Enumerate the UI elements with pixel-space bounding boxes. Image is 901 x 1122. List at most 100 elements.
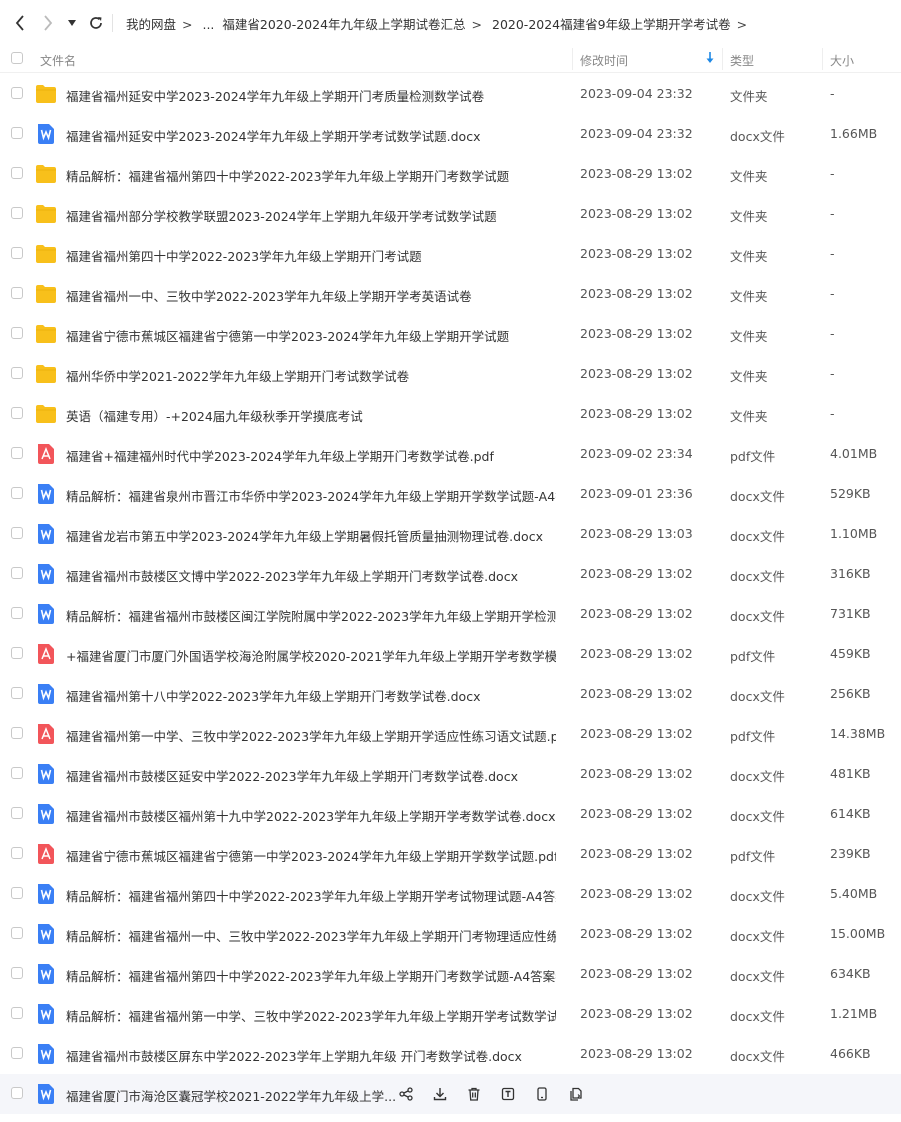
file-name[interactable]: 福建省福州部分学校教学联盟2023-2024学年上学期九年级开学考试数学试题 [66,206,497,225]
file-row[interactable]: 福州华侨中学2021-2022学年九年级上学期开门考试数学试卷 2023-08-… [0,354,901,394]
row-checkbox[interactable] [11,447,23,459]
file-name[interactable]: 精品解析：福建省福州一中、三牧中学2022-2023学年九年级上学期开门考物理适… [66,926,556,945]
row-checkbox[interactable] [11,127,23,139]
file-name[interactable]: 福州华侨中学2021-2022学年九年级上学期开门考试数学试卷 [66,366,409,385]
back-arrow-icon[interactable] [8,10,32,36]
file-name[interactable]: 福建省福州市鼓楼区福州第十九中学2022-2023学年九年级上学期开学考数学试卷… [66,806,555,825]
row-checkbox[interactable] [11,767,23,779]
file-row[interactable]: 福建省福州市鼓楼区福州第十九中学2022-2023学年九年级上学期开学考数学试卷… [0,794,901,834]
breadcrumb-item[interactable]: ... [202,17,214,32]
delete-icon[interactable] [464,1085,484,1103]
row-checkbox[interactable] [11,1007,23,1019]
row-checkbox[interactable] [11,327,23,339]
file-name[interactable]: 福建省福州第十八中学2022-2023学年九年级上学期开门考数学试卷.docx [66,686,480,705]
file-name[interactable]: 福建省福州市鼓楼区文博中学2022-2023学年九年级上学期开门考数学试卷.do… [66,566,518,585]
file-name[interactable]: 精品解析：福建省福州第四十中学2022-2023学年九年级上学期开学考试物理试题… [66,886,556,905]
row-checkbox[interactable] [11,967,23,979]
download-icon[interactable] [430,1085,450,1103]
file-name[interactable]: 福建省福州延安中学2023-2024学年九年级上学期开学考试数学试题.docx [66,126,480,145]
file-name[interactable]: 精品解析：福建省福州第四十中学2022-2023学年九年级上学期开门考数学试题 [66,166,509,185]
file-name[interactable]: 福建省福州延安中学2023-2024学年九年级上学期开门考质量检测数学试卷 [66,86,484,105]
file-name[interactable]: 精品解析：福建省福州第一中学、三牧中学2022-2023学年九年级上学期开学考试… [66,1006,556,1025]
breadcrumb-item[interactable]: 福建省2020-2024年九年级上学期试卷汇总 [222,17,465,32]
refresh-icon[interactable] [84,10,108,36]
row-checkbox[interactable] [11,1047,23,1059]
row-checkbox[interactable] [11,607,23,619]
row-checkbox[interactable] [11,687,23,699]
file-row[interactable]: 福建省龙岩市第五中学2023-2024学年九年级上学期暑假托管质量抽测物理试卷.… [0,514,901,554]
file-name[interactable]: 精品解析：福建省福州市鼓楼区闽江学院附属中学2022-2023学年九年级上学期开… [66,606,556,625]
file-row[interactable]: 福建省宁德市蕉城区福建省宁德第一中学2023-2024学年九年级上学期开学数学试… [0,834,901,874]
sort-desc-icon[interactable] [706,52,714,67]
file-row[interactable]: 福建省福州延安中学2023-2024学年九年级上学期开学考试数学试题.docx … [0,114,901,154]
file-row[interactable]: 精品解析：福建省泉州市晋江市华侨中学2023-2024学年九年级上学期开学数学试… [0,474,901,514]
forward-arrow-icon[interactable] [36,10,60,36]
file-size: - [830,206,835,221]
column-type-header[interactable]: 类型 [730,52,754,69]
file-row[interactable]: 精品解析：福建省福州第四十中学2022-2023学年九年级上学期开学考试物理试题… [0,874,901,914]
file-row[interactable]: 福建省福州市鼓楼区文博中学2022-2023学年九年级上学期开门考数学试卷.do… [0,554,901,594]
file-name[interactable]: 福建省+福建福州时代中学2023-2024学年九年级上学期开门考数学试卷.pdf [66,446,494,465]
file-name[interactable]: 精品解析：福建省福州第四十中学2022-2023学年九年级上学期开门考数学试题-… [66,966,556,985]
file-name[interactable]: 福建省宁德市蕉城区福建省宁德第一中学2023-2024学年九年级上学期开学数学试… [66,846,556,865]
row-checkbox[interactable] [11,1087,23,1099]
row-checkbox[interactable] [11,207,23,219]
rename-icon[interactable] [498,1085,518,1103]
file-row[interactable]: 福建省宁德市蕉城区福建省宁德第一中学2023-2024学年九年级上学期开学试题 … [0,314,901,354]
row-checkbox[interactable] [11,567,23,579]
breadcrumb-item[interactable]: 2020-2024福建省9年级上学期开学考试卷 [492,17,731,32]
file-row[interactable]: 英语（福建专用）-+2024届九年级秋季开学摸底考试 2023-08-29 13… [0,394,901,434]
file-row[interactable]: 福建省福州第一中学、三牧中学2022-2023学年九年级上学期开学适应性练习语文… [0,714,901,754]
row-checkbox[interactable] [11,367,23,379]
column-modified-header[interactable]: 修改时间 [580,52,628,69]
folder-icon [35,204,57,224]
row-checkbox[interactable] [11,927,23,939]
file-row[interactable]: 精品解析：福建省福州第一中学、三牧中学2022-2023学年九年级上学期开学考试… [0,994,901,1034]
file-row[interactable]: 福建省福州部分学校教学联盟2023-2024学年上学期九年级开学考试数学试题 2… [0,194,901,234]
file-row[interactable]: 精品解析：福建省福州市鼓楼区闽江学院附属中学2022-2023学年九年级上学期开… [0,594,901,634]
select-all-checkbox[interactable] [11,52,23,64]
file-row[interactable]: 福建省福州市鼓楼区延安中学2022-2023学年九年级上学期开门考数学试卷.do… [0,754,901,794]
row-checkbox[interactable] [11,807,23,819]
file-name[interactable]: 福建省宁德市蕉城区福建省宁德第一中学2023-2024学年九年级上学期开学试题 [66,326,509,345]
row-checkbox[interactable] [11,287,23,299]
breadcrumb-item[interactable]: 我的网盘 [126,17,176,32]
row-checkbox[interactable] [11,727,23,739]
copy-icon[interactable] [566,1085,586,1103]
file-row[interactable]: 精品解析：福建省福州第四十中学2022-2023学年九年级上学期开门考数学试题-… [0,954,901,994]
file-name[interactable]: 福建省福州第四十中学2022-2023学年九年级上学期开门考试题 [66,246,422,265]
file-row[interactable]: 福建省福州第十八中学2022-2023学年九年级上学期开门考数学试卷.docx … [0,674,901,714]
file-row[interactable]: 精品解析：福建省福州一中、三牧中学2022-2023学年九年级上学期开门考物理适… [0,914,901,954]
file-row[interactable]: 精品解析：福建省福州第四十中学2022-2023学年九年级上学期开门考数学试题 … [0,154,901,194]
share-icon[interactable] [396,1085,416,1103]
phone-icon[interactable] [532,1085,552,1103]
column-name-header[interactable]: 文件名 [40,52,76,69]
file-name[interactable]: 福建省龙岩市第五中学2023-2024学年九年级上学期暑假托管质量抽测物理试卷.… [66,526,543,545]
file-row[interactable]: +福建省厦门市厦门外国语学校海沧附属学校2020-2021学年九年级上学期开学考… [0,634,901,674]
file-name[interactable]: 福建省福州第一中学、三牧中学2022-2023学年九年级上学期开学适应性练习语文… [66,726,556,745]
file-name[interactable]: +福建省厦门市厦门外国语学校海沧附属学校2020-2021学年九年级上学期开学考… [66,646,556,665]
row-checkbox[interactable] [11,167,23,179]
file-name[interactable]: 福建省福州市鼓楼区屏东中学2022-2023学年上学期九年级 开门考数学试卷.d… [66,1046,522,1065]
file-name[interactable]: 精品解析：福建省泉州市晋江市华侨中学2023-2024学年九年级上学期开学数学试… [66,486,556,505]
row-checkbox[interactable] [11,847,23,859]
row-checkbox[interactable] [11,407,23,419]
file-name[interactable]: 福建省福州一中、三牧中学2022-2023学年九年级上学期开学考英语试卷 [66,286,472,305]
file-row[interactable]: 福建省福州第四十中学2022-2023学年九年级上学期开门考试题 2023-08… [0,234,901,274]
history-dropdown-icon[interactable] [62,10,82,36]
file-row[interactable]: 福建省福州一中、三牧中学2022-2023学年九年级上学期开学考英语试卷 202… [0,274,901,314]
row-checkbox[interactable] [11,487,23,499]
file-row[interactable]: 福建省福州延安中学2023-2024学年九年级上学期开门考质量检测数学试卷 20… [0,74,901,114]
row-checkbox[interactable] [11,887,23,899]
row-checkbox[interactable] [11,87,23,99]
file-row[interactable]: 福建省福州市鼓楼区屏东中学2022-2023学年上学期九年级 开门考数学试卷.d… [0,1034,901,1074]
row-checkbox[interactable] [11,647,23,659]
file-row[interactable]: 福建省+福建福州时代中学2023-2024学年九年级上学期开门考数学试卷.pdf… [0,434,901,474]
row-checkbox[interactable] [11,527,23,539]
column-size-header[interactable]: 大小 [830,52,854,69]
file-row-hovered[interactable]: 福建省厦门市海沧区囊冠学校2021-2022学年九年级上学... [0,1074,901,1114]
file-name[interactable]: 福建省福州市鼓楼区延安中学2022-2023学年九年级上学期开门考数学试卷.do… [66,766,518,785]
file-name[interactable]: 福建省厦门市海沧区囊冠学校2021-2022学年九年级上学... [66,1086,396,1105]
file-name[interactable]: 英语（福建专用）-+2024届九年级秋季开学摸底考试 [66,406,363,425]
row-checkbox[interactable] [11,247,23,259]
